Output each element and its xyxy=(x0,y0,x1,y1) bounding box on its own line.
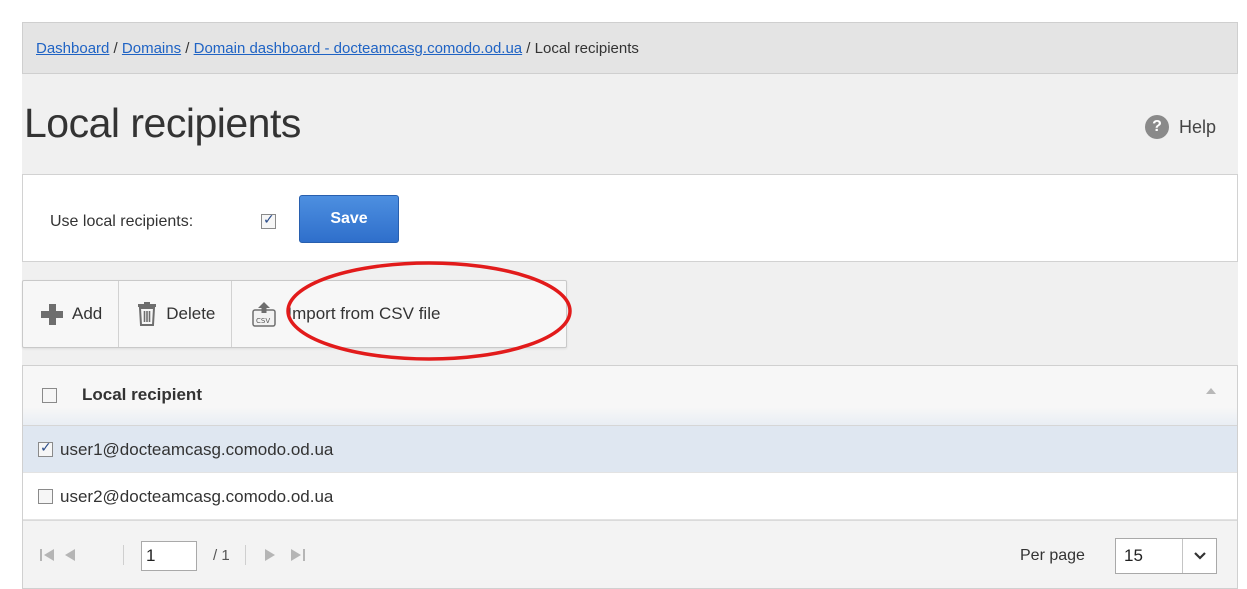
use-local-recipients-label: Use local recipients: xyxy=(50,213,194,230)
help-label: Help xyxy=(1178,116,1216,137)
breadcrumb-dashboard[interactable]: Dashboard xyxy=(36,40,109,57)
last-page-icon[interactable] xyxy=(289,548,305,567)
help-icon: ? xyxy=(1144,115,1169,139)
breadcrumb-current: Local recipients xyxy=(534,40,639,57)
breadcrumb-domain-dashboard[interactable]: Domain dashboard - docteamcasg.comodo.od… xyxy=(194,40,523,57)
pager-divider xyxy=(123,545,124,565)
settings-panel: Use local recipients: Save xyxy=(22,174,1238,262)
use-local-recipients-checkbox[interactable] xyxy=(261,212,276,229)
row-checkbox[interactable] xyxy=(38,489,53,504)
delete-label: Delete xyxy=(166,304,216,323)
table-row[interactable]: user1@docteamcasg.comodo.od.ua xyxy=(23,426,1237,473)
per-page-select[interactable]: 15 xyxy=(1115,538,1217,574)
recipient-email: user1@docteamcasg.comodo.od.ua xyxy=(60,440,334,459)
recipients-table: Local recipient user1@docteamcasg.comodo… xyxy=(22,365,1238,589)
first-page-icon[interactable] xyxy=(40,548,56,567)
page-total: / 1 xyxy=(213,547,230,564)
csv-import-icon: CSV xyxy=(250,301,278,327)
breadcrumb-separator: / xyxy=(522,40,535,57)
column-header-local-recipient[interactable]: Local recipient xyxy=(82,385,202,405)
trash-icon xyxy=(137,302,157,326)
page-number-input[interactable] xyxy=(141,541,197,571)
breadcrumb-domains[interactable]: Domains xyxy=(122,40,181,57)
select-all-checkbox[interactable] xyxy=(42,388,57,403)
per-page-label: Per page xyxy=(1020,547,1085,564)
delete-button[interactable]: Delete xyxy=(119,281,233,347)
pagination-bar: / 1 Per page 15 xyxy=(23,520,1237,588)
import-csv-label: Import from CSV file xyxy=(287,304,441,323)
table-header: Local recipient xyxy=(23,366,1237,426)
chevron-down-icon[interactable] xyxy=(1182,539,1216,573)
svg-text:CSV: CSV xyxy=(256,317,270,325)
page-container: Dashboard / Domains / Domain dashboard -… xyxy=(22,22,1238,589)
help-link[interactable]: ? Help xyxy=(1144,114,1216,140)
breadcrumb-separator: / xyxy=(181,40,194,57)
per-page-value: 15 xyxy=(1124,546,1143,565)
add-button[interactable]: Add xyxy=(23,281,120,347)
prev-page-icon[interactable] xyxy=(63,548,77,567)
toolbar: Add Delete CSV Import from CSV file xyxy=(22,280,567,348)
breadcrumb-separator: / xyxy=(109,40,122,57)
page-title: Local recipients xyxy=(24,100,301,146)
row-checkbox[interactable] xyxy=(38,440,53,457)
save-button[interactable]: Save xyxy=(299,195,399,243)
plus-icon xyxy=(41,303,63,325)
breadcrumb: Dashboard / Domains / Domain dashboard -… xyxy=(22,22,1238,74)
import-csv-button[interactable]: CSV Import from CSV file xyxy=(232,281,456,347)
sort-arrow-icon[interactable] xyxy=(1206,388,1216,394)
table-row[interactable]: user2@docteamcasg.comodo.od.ua xyxy=(23,473,1237,520)
next-page-icon[interactable] xyxy=(263,548,277,567)
add-label: Add xyxy=(72,304,103,323)
recipient-email: user2@docteamcasg.comodo.od.ua xyxy=(60,487,334,506)
pager-divider xyxy=(245,545,246,565)
